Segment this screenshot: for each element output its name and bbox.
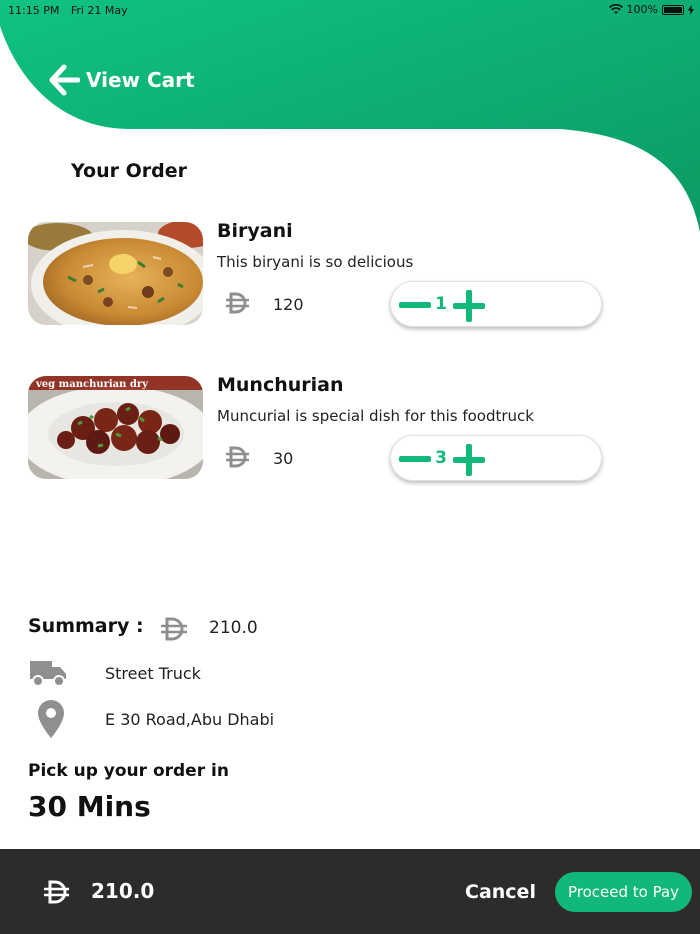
cancel-button[interactable]: Cancel	[465, 881, 536, 903]
arrow-left-icon	[49, 64, 80, 96]
summary-label: Summary :	[28, 615, 144, 637]
dirham-icon	[44, 880, 69, 904]
item-name: Munchurian	[217, 374, 344, 396]
wifi-icon	[608, 4, 623, 14]
item-name: Biryani	[217, 220, 293, 242]
status-time: 11:15 PM	[8, 4, 60, 17]
biryani-image[interactable]	[28, 222, 203, 325]
increase-quantity-button[interactable]	[453, 444, 485, 476]
status-left: 11:15 PM Fri 21 May	[8, 4, 136, 17]
vendor-name: Street Truck	[105, 664, 201, 683]
status-date: Fri 21 May	[70, 4, 128, 17]
item-price: 120	[273, 295, 304, 314]
decrease-quantity-button[interactable]	[399, 302, 431, 308]
page-title: View Cart	[86, 68, 195, 92]
item-description: Muncurial is special dish for this foodt…	[217, 407, 534, 425]
battery-percent: 100%	[626, 3, 658, 16]
truck-icon	[30, 661, 66, 687]
quantity-stepper: 1	[390, 281, 602, 327]
decrease-quantity-button[interactable]	[399, 456, 431, 462]
dirham-icon	[226, 446, 249, 468]
cart-item-munchurian: veg manchurian dry Munchurian Muncurial …	[28, 374, 668, 486]
location-row: E 30 Road,Abu Dhabi	[28, 699, 428, 739]
vendor-row: Street Truck	[28, 659, 428, 699]
item-description: This biryani is so delicious	[217, 253, 414, 271]
checkout-bar: 210.0 Cancel Proceed to Pay	[0, 849, 700, 934]
dirham-icon	[226, 292, 249, 314]
increase-quantity-button[interactable]	[453, 290, 485, 322]
munchurian-image-caption: veg manchurian dry	[35, 379, 149, 390]
quantity-value: 1	[435, 294, 447, 314]
dirham-icon	[161, 617, 187, 641]
quantity-stepper: 3	[390, 435, 602, 481]
pickup-time: 30 Mins	[28, 790, 151, 823]
pickup-label: Pick up your order in	[28, 761, 229, 781]
cart-item-biryani: Biryani This biryani is so delicious 120…	[28, 220, 668, 332]
item-price: 30	[273, 449, 294, 468]
quantity-value: 3	[435, 448, 447, 468]
charging-icon	[688, 4, 694, 15]
footer-total: 210.0	[91, 879, 155, 903]
munchurian-image[interactable]: veg manchurian dry	[28, 376, 203, 479]
header-background	[0, 0, 700, 232]
battery-icon	[662, 4, 684, 15]
status-right: 100%	[608, 3, 694, 16]
proceed-to-pay-button[interactable]: Proceed to Pay	[555, 872, 692, 912]
location-pin-icon	[38, 700, 64, 738]
status-bar: 11:15 PM Fri 21 May 100%	[0, 0, 700, 20]
summary-total: 210.0	[209, 618, 258, 638]
pickup-address: E 30 Road,Abu Dhabi	[105, 710, 275, 729]
back-button[interactable]: View Cart	[48, 64, 195, 96]
your-order-heading: Your Order	[71, 160, 187, 182]
